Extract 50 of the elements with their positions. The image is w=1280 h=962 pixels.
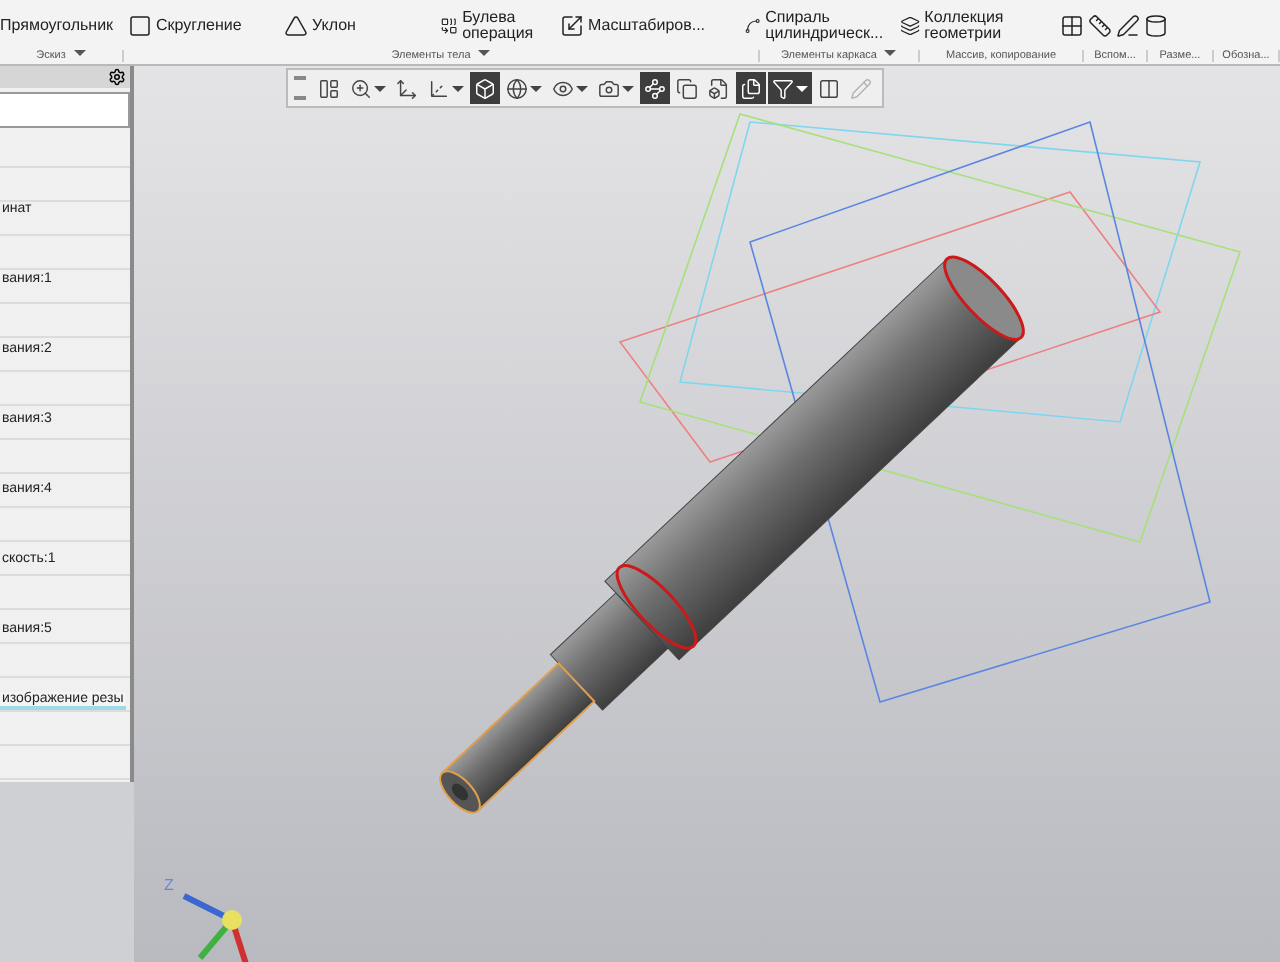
command-icon[interactable] [440, 14, 459, 38]
ribbon-command[interactable]: Масштабиров... [588, 18, 706, 34]
tool-icon [350, 77, 372, 99]
settings-icon[interactable] [108, 68, 126, 86]
tool-icon [474, 77, 496, 99]
axis-triad-drawing [182, 893, 249, 962]
view-tool-button[interactable] [640, 72, 670, 104]
ribbon-command[interactable]: Уклон [312, 18, 356, 34]
caret-icon [452, 85, 464, 91]
command-icon[interactable] [900, 14, 921, 38]
tool-icon [506, 77, 528, 99]
caret-icon [796, 85, 808, 91]
view-tool-button[interactable] [470, 72, 500, 104]
caret-icon [374, 85, 386, 91]
grip-icon[interactable] [294, 76, 306, 100]
caret-icon[interactable] [73, 50, 86, 56]
tool-icon [740, 77, 762, 99]
caret-icon[interactable] [478, 50, 491, 56]
ribbon-command[interactable]: Прямоугольник [0, 18, 114, 34]
tool-icon [552, 77, 574, 99]
tool-icon[interactable] [1116, 14, 1140, 38]
tool-icon [598, 77, 620, 99]
caret-icon [576, 85, 588, 91]
tool-icon [396, 77, 418, 99]
tool-icon [644, 77, 666, 99]
input-field[interactable] [0, 92, 130, 128]
axis-label: Z [164, 876, 174, 894]
tool-icon[interactable] [1088, 14, 1112, 38]
ribbon-command[interactable]: Булева операция [462, 10, 560, 42]
tool-icon [818, 77, 840, 99]
tool-icon [676, 77, 698, 99]
caret-icon[interactable] [884, 50, 897, 56]
tool-icon [708, 77, 730, 99]
command-icon[interactable] [744, 14, 762, 38]
view-tool-button[interactable] [768, 72, 812, 104]
ribbon-command[interactable]: Скругление [156, 18, 242, 34]
tool-icon [428, 77, 450, 99]
ribbon-command[interactable]: Коллекция геометрии [924, 10, 1060, 42]
tool-icon[interactable] [1144, 14, 1168, 38]
tool-icon [318, 77, 340, 99]
command-icon[interactable] [560, 14, 584, 38]
tool-icon [850, 77, 872, 99]
command-icon[interactable] [284, 14, 308, 38]
tool-icon [772, 77, 794, 99]
view-tool-button[interactable] [736, 72, 766, 104]
caret-icon [530, 85, 542, 91]
tool-icon[interactable] [1060, 14, 1084, 38]
ribbon-command[interactable]: Спираль цилиндрическ... [765, 10, 900, 42]
caret-icon [622, 85, 634, 91]
command-icon[interactable] [128, 14, 152, 38]
